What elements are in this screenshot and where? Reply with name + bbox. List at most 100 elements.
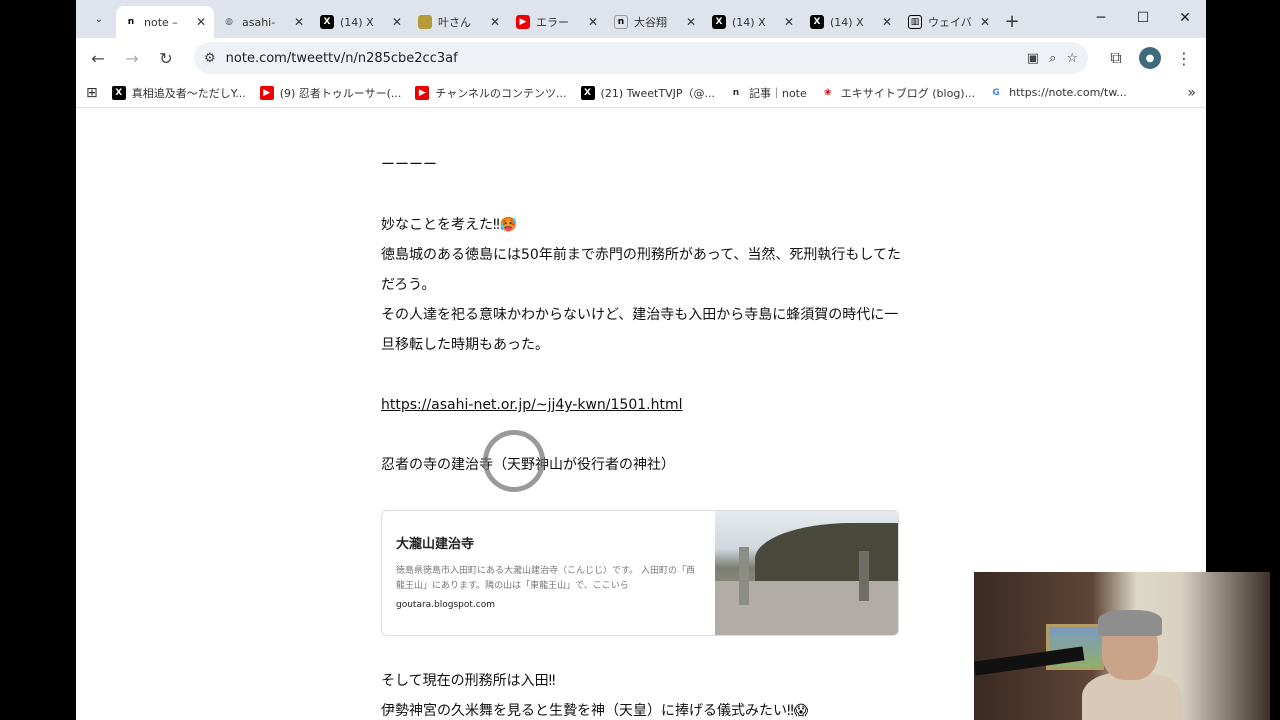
url-text[interactable]: note.com/tweettv/n/n285cbe2cc3af [226, 51, 1017, 66]
bookmark-star-icon[interactable]: ☆ [1066, 51, 1078, 66]
tab-youtube-error[interactable]: ▶ エラー ✕ [508, 6, 606, 38]
tab-wayback[interactable]: ▥ ウェイバ ✕ [900, 6, 998, 38]
tab-title: note – [144, 15, 178, 29]
bookmark-item[interactable]: ▶ (9) 忍者トゥルーサー(... [259, 85, 402, 101]
tab-title: (14) X [732, 15, 766, 29]
bookmark-item[interactable]: Ghttps://note.com/tw... [989, 86, 1127, 100]
close-window-icon[interactable]: ✕ [1164, 0, 1206, 36]
close-icon[interactable]: ✕ [294, 15, 304, 29]
tab-title: (14) X [830, 15, 864, 29]
bookmark-item[interactable]: X 真相追及者〜ただしY... [111, 85, 246, 101]
close-icon[interactable]: ✕ [490, 15, 500, 29]
bookmark-item[interactable]: X (21) TweetTVJP（@... [580, 85, 715, 101]
back-arrow-icon[interactable]: ← [84, 44, 112, 72]
tab-x-1[interactable]: X (14) X ✕ [312, 6, 410, 38]
bookmarks-bar: ⊞ X 真相追及者〜ただしY... ▶ (9) 忍者トゥルーサー(... ▶ チャンネ… [76, 78, 1206, 108]
youtube-icon: ▶ [415, 85, 430, 100]
card-text: 大瀧山建治寺 徳島県徳島市入田町にある大瀧山建治寺（こんじじ）です。 入田町の「… [382, 511, 715, 635]
note-icon: n [614, 15, 628, 29]
more-bookmarks-icon[interactable]: » [1187, 85, 1196, 101]
bookmark-label: チャンネルのコンテンツ... [435, 86, 567, 100]
x-logo-icon: X [810, 15, 824, 29]
close-icon[interactable]: ✕ [588, 15, 598, 29]
image-favicon-icon [418, 15, 432, 29]
article-link[interactable]: https://asahi-net.or.jp/~jj4y-kwn/1501.h… [381, 397, 682, 413]
tab-title: (14) X [340, 15, 374, 29]
note-icon: n [127, 17, 135, 27]
paragraph: 伊勢神宮の久米舞を見ると生贄を神（天皇）に捧げる儀式みたい‼😱 [381, 703, 809, 719]
cursor-highlight [483, 430, 545, 492]
bookmark-item[interactable]: ▶ チャンネルのコンテンツ... [415, 85, 567, 101]
avatar-icon: ● [1139, 47, 1161, 69]
maximize-icon[interactable]: ☐ [1122, 0, 1164, 36]
card-thumbnail [715, 511, 898, 635]
tab-x-2[interactable]: X (14) X ✕ [704, 6, 802, 38]
tab-note-active[interactable]: n note – ✕ [116, 6, 214, 38]
navigation-toolbar: ← → ↻ ⚙ note.com/tweettv/n/n285cbe2cc3af… [76, 38, 1206, 78]
bookmark-label: 真相追及者〜ただしY... [131, 86, 246, 100]
x-logo-icon: X [712, 15, 726, 29]
menu-kebab-icon[interactable]: ⋮ [1170, 44, 1198, 72]
close-icon[interactable]: ✕ [784, 15, 794, 29]
site-settings-icon[interactable]: ⚙ [204, 51, 216, 66]
address-bar[interactable]: ⚙ note.com/tweettv/n/n285cbe2cc3af ▣ ⌕ ☆ [194, 42, 1088, 74]
bookmark-label: (21) TweetTVJP（@... [600, 86, 715, 100]
close-icon[interactable]: ✕ [392, 15, 402, 29]
excite-icon: ❀ [823, 87, 832, 98]
google-icon: G [992, 87, 1000, 98]
microphone-arm [974, 646, 1085, 676]
bookmark-label: エキサイトブログ (blog)... [840, 86, 976, 100]
article-body: ーーーー 妙なことを考えた‼🥵 徳島城のある徳島には50年前まで赤門の刑務所があ… [381, 150, 901, 480]
person-hair [1098, 610, 1162, 636]
separator-dashes: ーーーー [381, 157, 437, 173]
close-icon[interactable]: ✕ [980, 15, 990, 29]
forward-arrow-icon[interactable]: → [118, 44, 146, 72]
profile-avatar[interactable]: ● [1136, 44, 1164, 72]
paragraph: 妙なことを考えた‼🥵 [381, 217, 518, 233]
bookmark-item[interactable]: ❀ エキサイトブログ (blog)... [821, 85, 975, 101]
close-icon[interactable]: ✕ [882, 15, 892, 29]
x-logo-icon: X [320, 15, 334, 29]
webcam-overlay [974, 572, 1270, 720]
paragraph: 徳島城のある徳島には50年前まで赤門の刑務所があって、当然、死刑執行もしてただろ… [381, 247, 901, 293]
tab-strip: ⌄ n note – ✕ ◍ asahi- ✕ X (14) X ✕ 叶さん ✕… [76, 0, 1206, 38]
paragraph: 忍者の寺の建治寺（天野神山が役行者の神社） [381, 457, 675, 473]
note-icon: n [732, 87, 740, 98]
tab-title: 大谷翔 [634, 16, 667, 29]
tab-kanou[interactable]: 叶さん ✕ [410, 6, 508, 38]
bookmark-item[interactable]: n 記事｜note [729, 85, 807, 101]
tab-title: エラー [536, 16, 569, 29]
reload-icon[interactable]: ↻ [152, 44, 180, 72]
x-logo-icon: X [580, 85, 595, 100]
card-description: 徳島県徳島市入田町にある大瀧山建治寺（こんじじ）です。 入田町の「西龍王山」にあ… [396, 566, 695, 591]
article-body-lower: そして現在の刑務所は入田‼ 伊勢神宮の久米舞を見ると生贄を神（天皇）に捧げる儀式… [381, 666, 901, 720]
x-logo-icon: X [111, 85, 126, 100]
bookmark-label: 記事｜note [748, 86, 807, 100]
youtube-icon: ▶ [259, 85, 274, 100]
tab-title: 叶さん [438, 16, 471, 29]
minimize-icon[interactable]: ─ [1080, 0, 1122, 36]
zoom-icon[interactable]: ⌕ [1049, 51, 1056, 66]
extensions-icon[interactable]: ⧉ [1102, 44, 1130, 72]
camera-blocked-icon[interactable]: ▣ [1027, 51, 1039, 66]
paragraph: そして現在の刑務所は入田‼ [381, 673, 556, 689]
close-icon[interactable]: ✕ [196, 15, 206, 29]
bookmark-label: (9) 忍者トゥルーサー(... [279, 86, 402, 100]
youtube-icon: ▶ [516, 15, 530, 29]
tab-asahi[interactable]: ◍ asahi- ✕ [214, 6, 312, 38]
tab-title: ウェイバ [928, 16, 972, 29]
close-icon[interactable]: ✕ [686, 15, 696, 29]
tab-search-button[interactable]: ⌄ [86, 6, 112, 32]
tab-note-ohtani[interactable]: n 大谷翔 ✕ [606, 6, 704, 38]
bookmark-label: https://note.com/tw... [1009, 86, 1127, 99]
window-controls: ─ ☐ ✕ [1080, 0, 1206, 36]
apps-grid-icon[interactable]: ⊞ [86, 85, 98, 101]
globe-icon: ◍ [225, 17, 233, 27]
new-tab-button[interactable]: + [998, 7, 1026, 35]
card-domain: goutara.blogspot.com [396, 600, 495, 610]
tab-title: asahi- [242, 15, 276, 29]
paragraph: その人達を祀る意味かわからないけど、建治寺も入田から寺島に蜂須賀の時代に一旦移転… [381, 307, 899, 353]
link-preview-card[interactable]: 大瀧山建治寺 徳島県徳島市入田町にある大瀧山建治寺（こんじじ）です。 入田町の「… [381, 510, 899, 636]
card-title: 大瀧山建治寺 [396, 537, 475, 552]
tab-x-3[interactable]: X (14) X ✕ [802, 6, 900, 38]
